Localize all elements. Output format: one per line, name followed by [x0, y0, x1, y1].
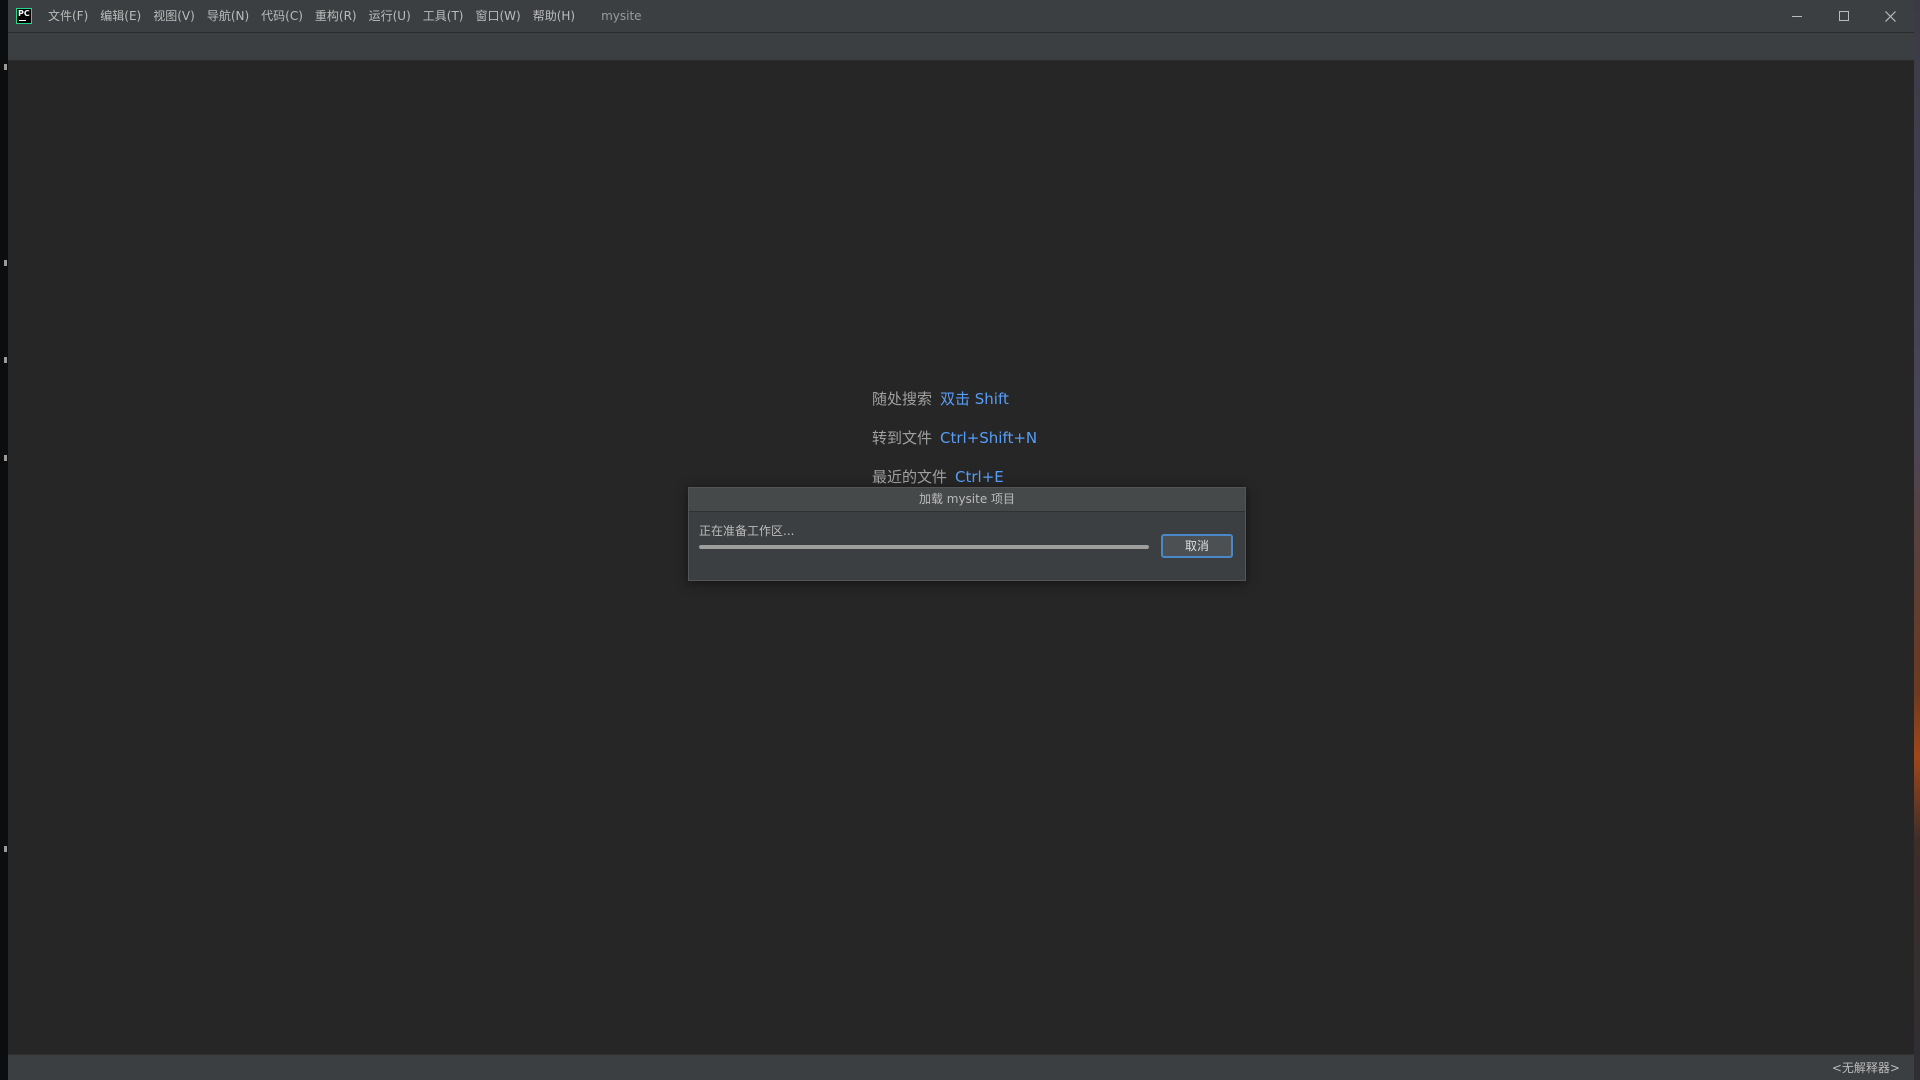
hint-label: 最近的文件: [872, 468, 948, 486]
menu-refactor[interactable]: 重构(R): [309, 0, 363, 32]
hint-recent-files: 最近的文件 Ctrl+E: [872, 466, 1004, 487]
dialog-title: 加载 mysite 项目: [689, 488, 1245, 512]
menu-window[interactable]: 窗口(W): [469, 0, 526, 32]
interpreter-selector[interactable]: <无解释器>: [1832, 1055, 1900, 1080]
progress-bar: [699, 545, 1149, 549]
menu-edit[interactable]: 编辑(E): [94, 0, 147, 32]
minimize-button[interactable]: [1773, 0, 1820, 32]
ide-window: PC 文件(F) 编辑(E) 视图(V) 导航(N) 代码(C) 重构(R) 运…: [8, 0, 1914, 1080]
edge-marker: [4, 357, 7, 363]
desktop-right-edge: [1914, 0, 1920, 1080]
desktop-left-edge: [0, 0, 8, 1080]
hint-label: 转到文件: [872, 429, 933, 447]
menu-view[interactable]: 视图(V): [147, 0, 201, 32]
menu-file[interactable]: 文件(F): [42, 0, 94, 32]
menu-tools[interactable]: 工具(T): [417, 0, 470, 32]
screen: PC 文件(F) 编辑(E) 视图(V) 导航(N) 代码(C) 重构(R) 运…: [0, 0, 1920, 1080]
hint-label: 随处搜索: [872, 390, 933, 408]
menu-help[interactable]: 帮助(H): [527, 0, 581, 32]
hint-goto-file: 转到文件 Ctrl+Shift+N: [872, 427, 1037, 448]
close-button[interactable]: [1867, 0, 1914, 32]
menu-navigate[interactable]: 导航(N): [201, 0, 255, 32]
menu-run[interactable]: 运行(U): [363, 0, 417, 32]
edge-marker: [4, 455, 7, 461]
hint-search-everywhere: 随处搜索 双击 Shift: [872, 388, 1009, 409]
navigation-toolbar: [8, 33, 1914, 61]
pycharm-logo-icon: PC: [16, 8, 32, 24]
maximize-button[interactable]: [1820, 0, 1867, 32]
hint-shortcut[interactable]: Ctrl+E: [955, 468, 1004, 486]
window-title: mysite: [601, 9, 642, 23]
dialog-status-text: 正在准备工作区...: [699, 524, 795, 538]
loading-project-dialog: 加载 mysite 项目 正在准备工作区... 取消: [688, 487, 1246, 581]
menu-bar: 文件(F) 编辑(E) 视图(V) 导航(N) 代码(C) 重构(R) 运行(U…: [42, 0, 642, 32]
window-controls: [1773, 0, 1914, 32]
hint-shortcut[interactable]: 双击 Shift: [940, 390, 1009, 408]
cancel-button[interactable]: 取消: [1161, 534, 1233, 558]
hint-shortcut[interactable]: Ctrl+Shift+N: [940, 429, 1037, 447]
edge-marker: [4, 64, 7, 70]
title-bar: PC 文件(F) 编辑(E) 视图(V) 导航(N) 代码(C) 重构(R) 运…: [8, 0, 1914, 33]
edge-marker: [4, 846, 7, 852]
edge-marker: [4, 260, 7, 266]
progress-bar-fill: [699, 545, 1149, 549]
status-bar: <无解释器>: [8, 1054, 1914, 1080]
close-icon: [1885, 11, 1896, 22]
menu-code[interactable]: 代码(C): [255, 0, 309, 32]
logo-text: PC: [18, 9, 30, 18]
